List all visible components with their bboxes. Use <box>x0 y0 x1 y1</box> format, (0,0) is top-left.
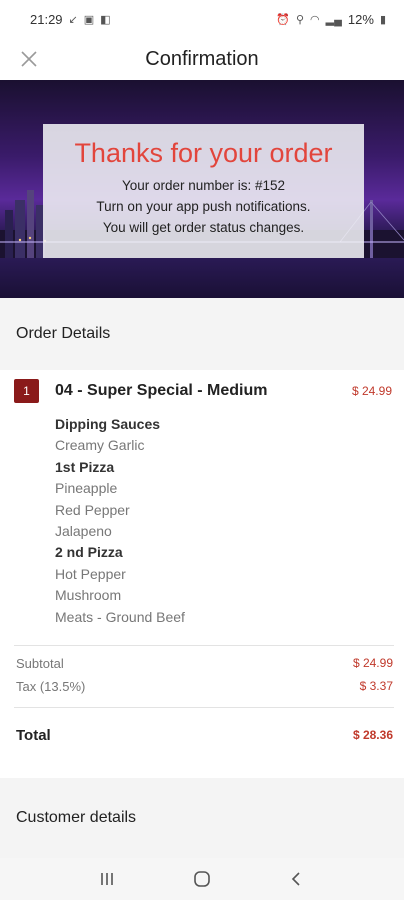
close-button[interactable] <box>14 44 44 74</box>
recent-apps-button[interactable] <box>87 864 127 894</box>
total-label: Total <box>16 726 51 744</box>
alarm-icon: ⏰ <box>276 13 290 26</box>
modifier-option: Red Pepper <box>55 501 130 518</box>
item-modifiers: Dipping Sauces Creamy Garlic 1st Pizza P… <box>55 414 355 628</box>
tax-row: Tax (13.5%) $ 3.37 <box>16 677 393 695</box>
missed-call-icon: ↙ <box>68 13 78 26</box>
tax-label: Tax (13.5%) <box>16 678 86 694</box>
battery-level: 12% <box>347 11 374 27</box>
back-button[interactable] <box>277 864 317 894</box>
order-banner: Thanks for your order Your order number … <box>0 80 404 298</box>
notification-icon: ◧ <box>100 13 111 26</box>
order-details-heading: Order Details <box>0 298 404 370</box>
home-button[interactable] <box>182 864 222 894</box>
back-icon <box>291 872 300 886</box>
news-icon: ▣ <box>83 13 95 26</box>
order-details-title: Order Details <box>16 325 111 342</box>
app-header: Confirmation <box>0 38 404 80</box>
close-icon <box>21 51 37 67</box>
subtotal-row: Subtotal $ 24.99 <box>16 654 393 672</box>
item-name: 04 - Super Special - Medium <box>55 382 268 399</box>
divider <box>14 645 394 646</box>
order-item: 1 04 - Super Special - Medium $ 24.99 <box>14 378 394 404</box>
total-row: Total $ 28.36 <box>16 724 393 746</box>
signal-icon: ▂▄ <box>325 13 342 26</box>
water-reflection <box>0 258 404 298</box>
system-nav-bar <box>0 858 404 900</box>
status-changes-text: You will get order status changes. <box>102 220 305 235</box>
battery-icon: ▮ <box>379 13 386 26</box>
status-time: 21:29 <box>30 11 63 27</box>
subtotal-label: Subtotal <box>16 655 64 671</box>
status-right: ⏰ ⚲ ◠ ▂▄ 12% ▮ <box>276 12 386 27</box>
wifi-icon: ◠ <box>310 13 320 26</box>
status-left: 21:29 ↙ ▣ ◧ <box>30 12 111 27</box>
modifier-option: Mushroom <box>55 587 122 604</box>
customer-details-heading: Customer details <box>0 778 404 858</box>
tax-value: $ 3.37 <box>359 679 393 693</box>
order-number-text: Your order number is: #152 <box>121 178 286 193</box>
quantity-badge: 1 <box>14 379 39 403</box>
home-icon <box>194 871 210 887</box>
push-notification-text: Turn on your app push notifications. <box>96 199 311 214</box>
modifier-option: Creamy Garlic <box>55 437 145 454</box>
recent-apps-icon <box>101 873 114 885</box>
item-price: $ 24.99 <box>351 384 392 398</box>
modifier-option: Hot Pepper <box>55 565 126 582</box>
modifier-group: 2 nd Pizza <box>55 544 123 561</box>
modifier-group: 1st Pizza <box>55 458 115 475</box>
modifier-group: Dipping Sauces <box>55 416 161 432</box>
modifier-option: Pineapple <box>55 480 118 497</box>
customer-details-title: Customer details <box>16 809 137 826</box>
subtotal-value: $ 24.99 <box>352 656 393 670</box>
page-title: Confirmation <box>145 47 259 70</box>
divider <box>14 707 394 708</box>
thanks-title: Thanks for your order <box>74 138 333 168</box>
total-value: $ 28.36 <box>352 728 393 742</box>
status-bar: 21:29 ↙ ▣ ◧ ⏰ ⚲ ◠ ▂▄ 12% ▮ <box>0 0 404 38</box>
modifier-option: Meats - Ground Beef <box>55 608 185 625</box>
modifier-option: Jalapeno <box>55 523 112 540</box>
location-icon: ⚲ <box>295 13 305 26</box>
thanks-card: Thanks for your order Your order number … <box>43 124 364 258</box>
